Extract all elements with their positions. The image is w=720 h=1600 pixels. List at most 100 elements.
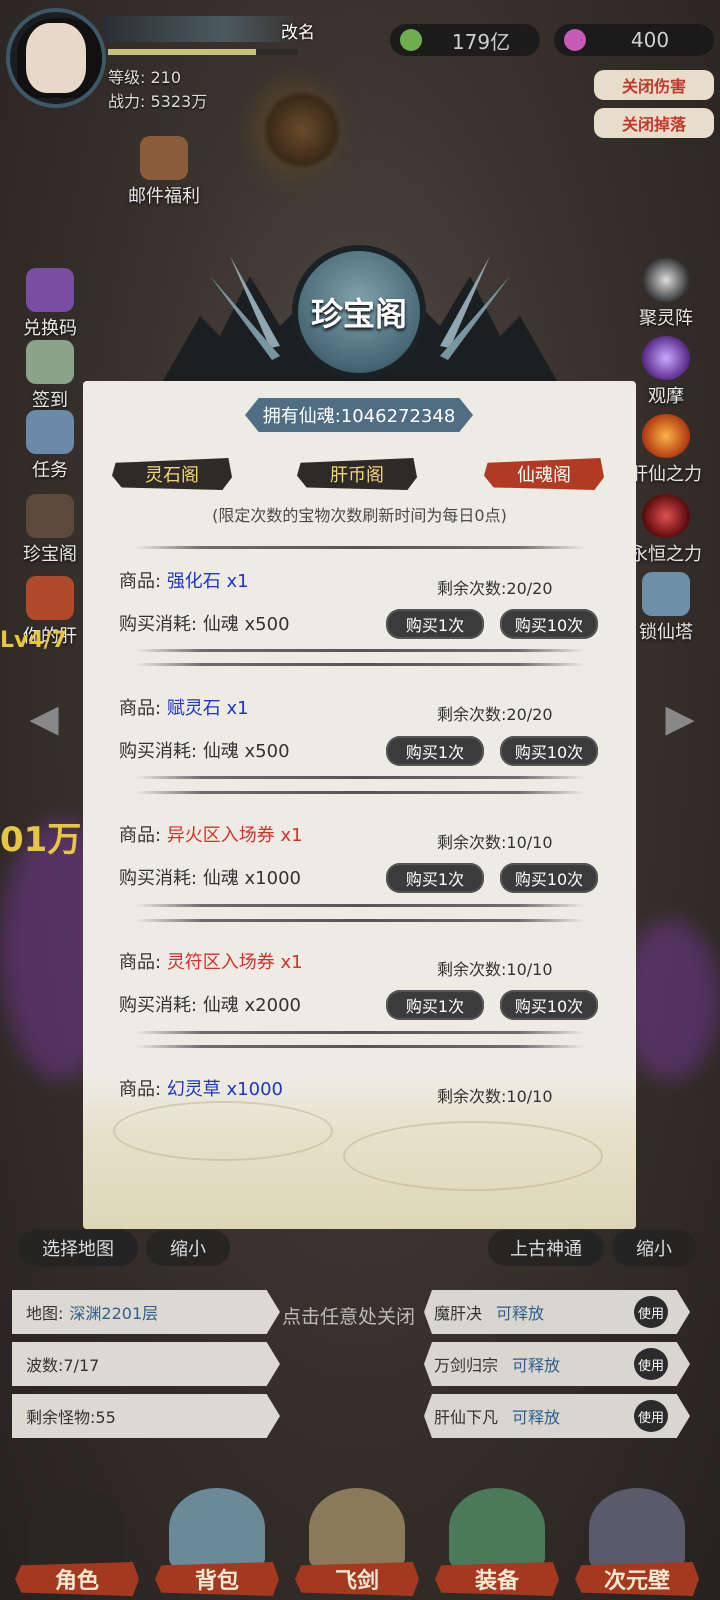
remaining-count: 剩余次数:10/10	[437, 1087, 553, 1106]
tab-spirit-stone[interactable]: 灵石阁	[112, 458, 232, 490]
nav-character[interactable]: 角色	[12, 1476, 142, 1596]
wave-info: 波数:7/17	[12, 1342, 280, 1386]
item-prefix: 商品:	[119, 952, 162, 973]
pavilion-icon	[26, 494, 74, 538]
character-portrait-icon	[29, 1488, 125, 1568]
skill-status: 可释放	[496, 1304, 545, 1323]
nav-backpack[interactable]: 背包	[152, 1476, 282, 1596]
item-prefix: 商品:	[119, 1079, 162, 1100]
menu-redeem-code[interactable]: 兑换码	[10, 268, 90, 340]
purchase-cost: 购买消耗: 仙魂 x2000	[119, 991, 301, 1017]
soul-owned-banner: 拥有仙魂:1046272348	[245, 398, 473, 432]
rename-button[interactable]: 改名	[278, 14, 318, 46]
divider	[135, 649, 585, 652]
remaining-count: 剩余次数:20/20	[437, 579, 553, 598]
damage-number-partial: 01万	[0, 820, 82, 860]
chest-icon	[26, 268, 74, 312]
skill-name: 万剑归宗	[434, 1356, 499, 1375]
cost-value: 仙魂 x500	[202, 614, 290, 635]
divider	[135, 791, 585, 794]
buy-10-button[interactable]: 购买10次	[500, 990, 598, 1020]
menu-label: 任务	[32, 460, 68, 481]
item-name: 幻灵草 x1000	[166, 1079, 283, 1100]
buy-1-button[interactable]: 购买1次	[386, 609, 484, 639]
item-name: 灵符区入场券 x1	[166, 952, 303, 973]
spirit-stone-counter: 179亿	[390, 24, 540, 56]
cost-value: 仙魂 x1000	[202, 868, 301, 889]
cost-prefix: 购买消耗:	[119, 868, 198, 889]
name-bar	[104, 16, 304, 42]
tab-liver-coin[interactable]: 肝币阁	[297, 458, 417, 490]
buy-10-button[interactable]: 购买10次	[500, 863, 598, 893]
player-avatar[interactable]	[6, 8, 106, 108]
buy-1-button[interactable]: 购买1次	[386, 990, 484, 1020]
menu-checkin[interactable]: 签到	[10, 340, 90, 412]
dimension-icon	[589, 1488, 685, 1568]
skill-status: 可释放	[512, 1408, 561, 1427]
item-prefix: 商品:	[119, 825, 162, 846]
next-arrow-icon[interactable]: ▶	[662, 690, 698, 746]
buy-1-button[interactable]: 购买1次	[386, 863, 484, 893]
buy-10-button[interactable]: 购买10次	[500, 736, 598, 766]
remaining-count: 剩余次数:10/10	[437, 960, 553, 979]
shop-item: 商品: 灵符区入场券 x1	[119, 948, 303, 974]
nav-dimension-wall[interactable]: 次元壁	[572, 1476, 702, 1596]
cloud-swirl	[113, 1101, 333, 1161]
tab-immortal-soul[interactable]: 仙魂阁	[484, 458, 604, 490]
click-to-close-hint: 点击任意处关闭	[282, 1306, 416, 1328]
map-info: 地图: 深渊2201层	[12, 1290, 280, 1334]
use-skill-button[interactable]: 使用	[634, 1348, 668, 1380]
skill-demon-liver[interactable]: 魔肝决 可释放 使用	[424, 1290, 690, 1334]
nav-label: 背包	[155, 1562, 279, 1596]
shop-item: 商品: 赋灵石 x1	[119, 694, 249, 720]
skill-name: 肝仙下凡	[434, 1408, 499, 1427]
spirit-stone-icon	[400, 29, 422, 51]
buy-10-button[interactable]: 购买10次	[500, 609, 598, 639]
menu-label: 肝仙之力	[630, 464, 702, 485]
spirit-stone-value: 179亿	[451, 29, 511, 54]
map-label: 地图:	[26, 1304, 64, 1323]
menu-gather-spirit[interactable]: 聚灵阵	[614, 258, 718, 330]
menu-tasks[interactable]: 任务	[10, 410, 90, 482]
prev-arrow-icon[interactable]: ◀	[26, 690, 62, 746]
remaining-count: 剩余次数:20/20	[437, 705, 553, 724]
menu-label: 永恒之力	[630, 544, 702, 565]
divider	[135, 663, 585, 666]
level-partial: Lv4/7	[0, 628, 68, 653]
avatar-face	[26, 23, 86, 93]
close-damage-button[interactable]: 关闭伤害	[594, 70, 714, 100]
skill-name: 魔肝决	[434, 1304, 483, 1323]
divider	[135, 1031, 585, 1034]
shrink-right-button[interactable]: 缩小	[612, 1230, 696, 1266]
level-text: 等级: 210	[108, 68, 182, 87]
use-skill-button[interactable]: 使用	[634, 1400, 668, 1432]
ancient-power-button[interactable]: 上古神通	[488, 1230, 604, 1266]
divider	[135, 546, 585, 549]
skill-liver-immortal-descends[interactable]: 肝仙下凡 可释放 使用	[424, 1394, 690, 1438]
shop-item: 商品: 异火区入场券 x1	[119, 821, 303, 847]
menu-label: 珍宝阁	[23, 544, 77, 565]
fire-orb-icon	[642, 414, 690, 458]
menu-label: 签到	[32, 390, 68, 411]
nav-equipment[interactable]: 装备	[432, 1476, 562, 1596]
buy-1-button[interactable]: 购买1次	[386, 736, 484, 766]
mail-rewards-button[interactable]: 邮件福利	[124, 136, 204, 208]
tower-icon	[642, 572, 690, 616]
liver-icon	[26, 576, 74, 620]
soul-gem-icon	[564, 29, 586, 51]
shrink-left-button[interactable]: 缩小	[146, 1230, 230, 1266]
sword-icon	[309, 1488, 405, 1568]
menu-label: 观摩	[648, 386, 684, 407]
nav-flying-sword[interactable]: 飞剑	[292, 1476, 422, 1596]
menu-label: 锁仙塔	[639, 622, 693, 643]
item-name: 异火区入场券 x1	[166, 825, 303, 846]
menu-treasure-pavilion[interactable]: 珍宝阁	[10, 494, 90, 566]
modal-title: 珍宝阁	[292, 245, 426, 379]
select-map-button[interactable]: 选择地图	[18, 1230, 138, 1266]
use-skill-button[interactable]: 使用	[634, 1296, 668, 1328]
array-icon	[642, 258, 690, 302]
skill-ten-thousand-swords[interactable]: 万剑归宗 可释放 使用	[424, 1342, 690, 1386]
soul-gem-value: 400	[630, 28, 670, 52]
nav-label: 次元壁	[575, 1562, 699, 1596]
close-drop-button[interactable]: 关闭掉落	[594, 108, 714, 138]
